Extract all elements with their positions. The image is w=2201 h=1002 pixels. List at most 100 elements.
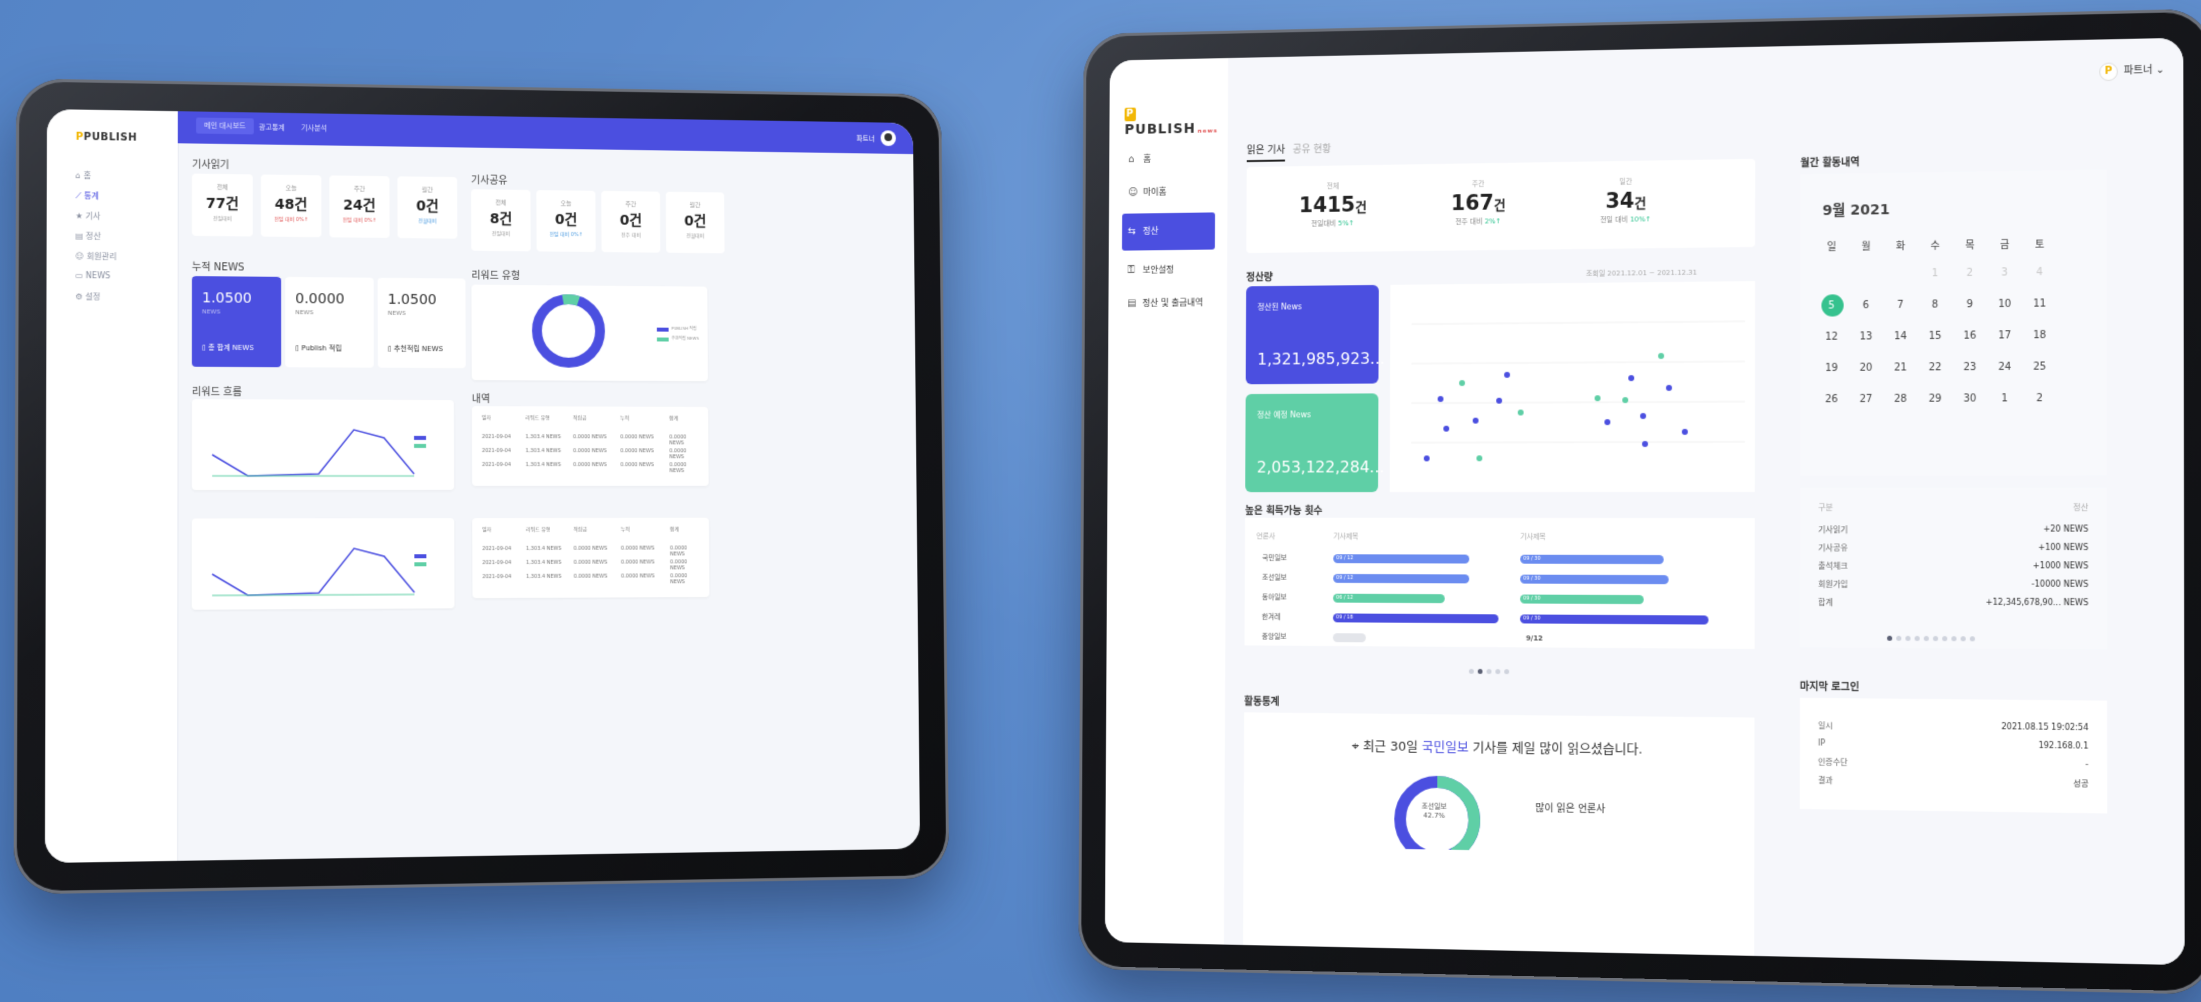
calendar-day[interactable]: 24 <box>1987 362 2022 394</box>
left-tab-ads[interactable]: 광고통계 <box>259 122 285 132</box>
calendar-day[interactable]: 22 <box>1918 362 1953 394</box>
calendar-day[interactable]: 23 <box>1952 362 1987 394</box>
share-stat-week: 주간 0건 전주 대비 <box>601 190 661 253</box>
calendar-day[interactable]: 29 <box>1918 394 1953 426</box>
calendar-day[interactable]: 25 <box>2022 361 2057 393</box>
graph-card-1 <box>191 399 455 491</box>
calendar-day[interactable]: 1 <box>1918 268 1953 300</box>
sidebar-item-security[interactable]: ⚿ 보안설정 <box>1122 257 1215 283</box>
activity-header: 구분 정산 <box>1818 503 2089 513</box>
top-bars-panel: 언론사 기사제목 기사제목 국민일보 조선일보 동아일보 한겨레 중앙일보 09… <box>1244 517 1755 649</box>
section-list: 내역 <box>471 394 491 406</box>
line-graph-2 <box>192 518 427 610</box>
calendar-day[interactable]: 26 <box>1814 394 1848 425</box>
left-nav-articles[interactable]: ★ 기사 <box>75 210 100 221</box>
calendar-day[interactable]: 5 <box>1814 300 1848 332</box>
tag-icon: ⌖ <box>1351 739 1359 755</box>
news-card-total[interactable]: 1.0500 NEWS ▯ 총 합계 NEWS <box>191 276 282 368</box>
calendar-day[interactable]: 8 <box>1918 299 1953 331</box>
sidebar-item-history[interactable]: ▤ 정산 및 출금내역 <box>1122 291 1215 317</box>
news-card-publish[interactable]: 0.0000 NEWS ▯ Publish 적립 <box>285 276 374 368</box>
user-menu[interactable]: P 파트너 ⌄ <box>2099 61 2165 82</box>
weekday-label: 금 <box>1999 239 2010 252</box>
calendar-day[interactable]: 4 <box>2022 267 2057 299</box>
calendar-day-next[interactable]: 1 <box>1987 393 2022 425</box>
calendar-day[interactable]: 11 <box>2022 298 2057 330</box>
calendar-day[interactable]: 9 <box>1952 299 1987 331</box>
calendar-day[interactable]: 10 <box>1987 299 2022 331</box>
left-nav-members[interactable]: ☺ 회원관리 <box>75 251 116 263</box>
section-reward: 리워드 유형 <box>471 270 521 282</box>
calendar-day[interactable]: 15 <box>1918 331 1953 363</box>
calendar-day[interactable]: 27 <box>1849 394 1883 425</box>
calendar-day[interactable]: 6 <box>1849 300 1883 332</box>
calendar-day-next[interactable]: 2 <box>2022 393 2057 425</box>
table-row[interactable]: 2021-09-04 1,303.4 NEWS 0.0000 NEWS 0.0000 … <box>482 559 699 574</box>
calendar-day[interactable]: 13 <box>1849 331 1883 363</box>
settled-news-card[interactable]: 정산된 News 1,321,985,923... <box>1245 284 1385 385</box>
line-graph-1 <box>192 399 427 490</box>
section-month: 월간 활동내역 <box>1800 157 1860 170</box>
left-tab-analysis[interactable]: 기사분석 <box>301 123 327 133</box>
calendar-day[interactable]: 19 <box>1814 363 1848 394</box>
weekday-label: 토 <box>2034 239 2045 251</box>
left-nav-news[interactable]: ▭ NEWS <box>75 271 110 280</box>
calendar-day[interactable]: 17 <box>1987 330 2022 362</box>
read-stat-today: 오늘 48건 전일 대비 0%↑ <box>260 174 322 238</box>
calendar-grid[interactable]: 일 월 화 수 목 금 토 1 2 3 4 5 6 7 8 9 10 11 12 13 14 15 16 17 18 19 20 21… <box>1814 235 2057 425</box>
calendar-day[interactable]: 28 <box>1883 394 1918 425</box>
sidebar-item-myhome[interactable]: ☺ 마이홈 <box>1122 179 1215 206</box>
tab-read[interactable]: 읽은 기사 <box>1246 140 1286 163</box>
sidebar-item-home[interactable]: ⌂ 홈 <box>1122 146 1215 173</box>
calendar-day[interactable]: 3 <box>1987 267 2022 299</box>
insight-text: ⌖ 최근 30일 국민일보 기사를 제일 많이 읽으셨습니다. <box>1351 739 1643 758</box>
pending-news-card[interactable]: 정산 예정 News 2,053,122,284... <box>1245 393 1384 493</box>
left-nav-settings[interactable]: ⚙ 설정 <box>75 291 100 302</box>
calendar-day[interactable]: 7 <box>1883 300 1918 332</box>
table-row[interactable]: 2021-09-04 1,303.4 NEWS 0.0000 NEWS 0.0000 … <box>482 545 699 560</box>
calendar-day[interactable]: 14 <box>1883 331 1918 363</box>
share-stat-month: 월간 0건 전월대비 <box>665 191 725 254</box>
title-bar: 09 / 30 <box>1520 554 1664 565</box>
tab-share[interactable]: 공유 현황 <box>1293 140 1331 159</box>
press-name: 국민일보 <box>1262 554 1287 562</box>
calendar-day-empty <box>1883 268 1918 300</box>
calendar-day[interactable]: 21 <box>1883 362 1918 394</box>
table-card-1: 일자 리워드 유형 적립금 누적 합계 2021-09-04 1,303.4 NEWS 0.… <box>471 406 709 487</box>
activity-dots[interactable] <box>1887 626 1979 646</box>
table-card-2: 일자 리워드 유형 적립금 누적 합계 2021-09-04 1,303.4 NEWS 0.… <box>472 517 710 599</box>
left-nav-stats[interactable]: ⟋ 통계 <box>76 190 100 201</box>
calendar-day[interactable]: 18 <box>2022 330 2057 362</box>
article-tabs: 읽은 기사 공유 현황 <box>1246 140 1339 163</box>
left-nav-home[interactable]: ⌂ 홈 <box>76 170 91 181</box>
title-bar-value: 9/12 <box>1525 634 1543 643</box>
news-card-referral[interactable]: 1.0500 NEWS ▯ 추천적립 NEWS <box>377 277 466 369</box>
section-graph: 리워드 흐름 <box>191 386 242 399</box>
stat-total: 전체 1415건 전일대비 5%↑ <box>1298 182 1367 228</box>
carousel-dots[interactable] <box>1468 659 1513 678</box>
calendar-day[interactable]: 16 <box>1952 330 1987 362</box>
press-name: 중앙일보 <box>1261 632 1287 641</box>
col-title-right: 기사제목 <box>1520 532 1546 541</box>
settle-scatter-plot <box>1390 281 1755 462</box>
section-news: 누적 NEWS <box>191 261 245 274</box>
table-header: 일자 리워드 유형 적립금 누적 합계 <box>482 526 679 534</box>
table-row[interactable]: 2021-09-04 1,303.4 NEWS 0.0000 NEWS 0.0000 … <box>482 462 699 476</box>
left-avatar-icon[interactable] <box>880 130 896 147</box>
stat-day: 일간 34건 전일 대비 10%↑ <box>1600 177 1652 224</box>
most-read-label: 많이 읽은 언론사 <box>1535 803 1606 816</box>
activity-row: 회원가입 -10000 NEWS <box>1818 579 2089 589</box>
calendar-day[interactable]: 20 <box>1849 363 1883 394</box>
donut-label: 조선일보 42.7% <box>1421 802 1447 820</box>
table-row[interactable]: 2021-09-04 1,303.4 NEWS 0.0000 NEWS 0.0000 … <box>482 573 699 588</box>
left-nav-settle[interactable]: ▤ 정산 <box>75 231 101 242</box>
calendar-day[interactable]: 12 <box>1814 332 1848 363</box>
press-name: 한겨레 <box>1261 613 1281 622</box>
left-tab-dashboard[interactable]: 메인 대시보드 <box>196 117 254 135</box>
table-row[interactable]: 2021-09-04 1,303.4 NEWS 0.0000 NEWS 0.0000 … <box>482 434 699 448</box>
sidebar-item-settle[interactable]: ⇆ 정산 <box>1121 212 1216 251</box>
calendar-day[interactable]: 2 <box>1952 268 1987 300</box>
calendar-day[interactable]: 30 <box>1952 393 1987 425</box>
title-bar: 09 / 30 <box>1520 594 1644 605</box>
table-row[interactable]: 2021-09-04 1,303.4 NEWS 0.0000 NEWS 0.0000 … <box>482 448 699 462</box>
